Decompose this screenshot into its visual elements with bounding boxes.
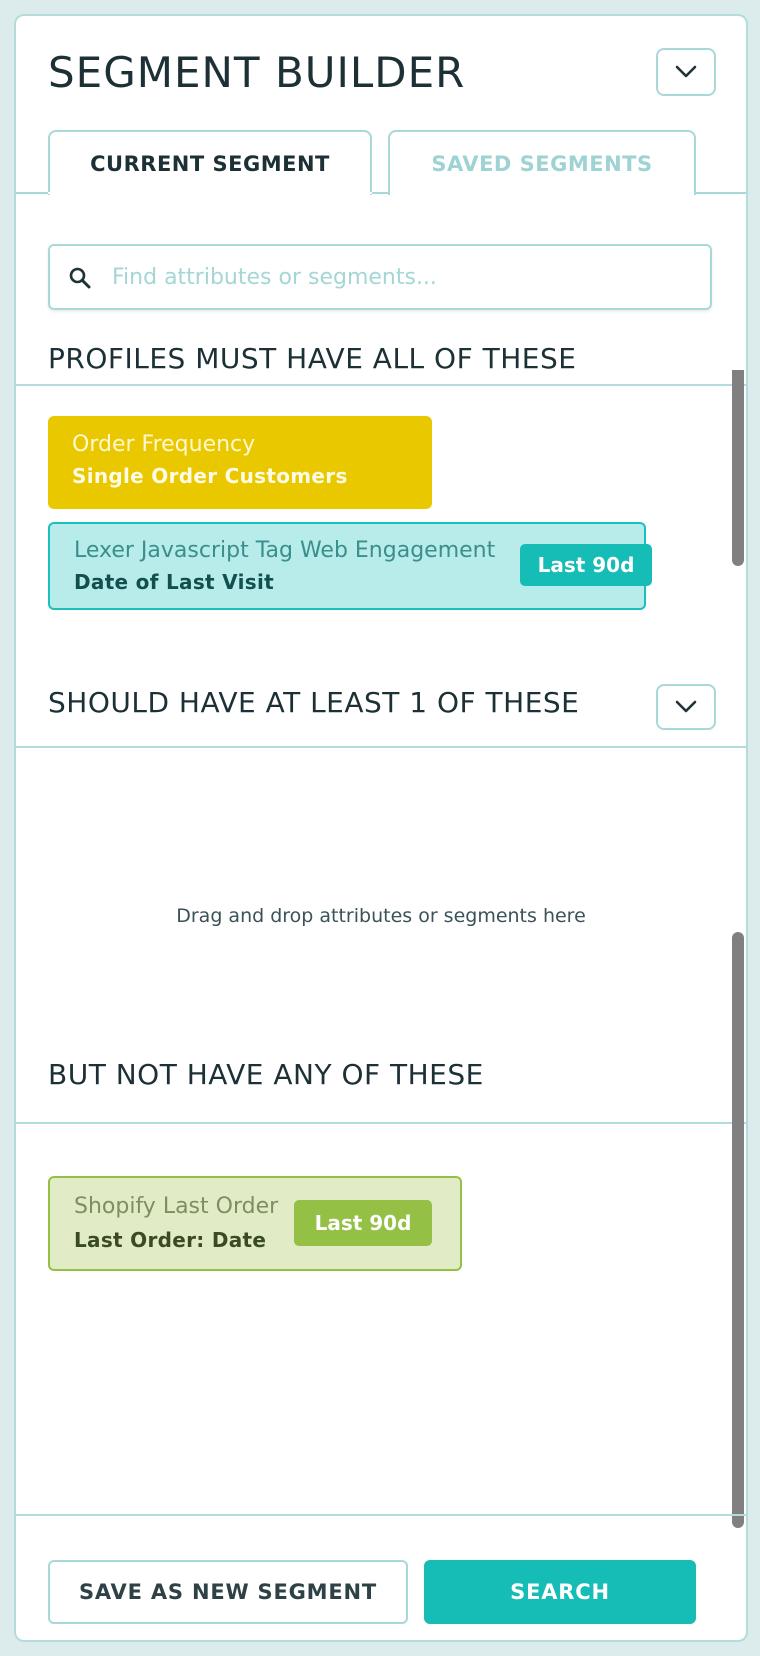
chip-attribute-group: Shopify Last Order (74, 1194, 279, 1219)
criteria-chip-web-engagement[interactable]: Lexer Javascript Tag Web Engagement Date… (48, 522, 652, 610)
search-box (48, 244, 712, 310)
section-divider (16, 1122, 746, 1124)
chip-attribute-name: Date of Last Visit (74, 570, 274, 594)
chip-attribute-group: Lexer Javascript Tag Web Engagement (74, 538, 496, 563)
segment-builder-panel: SEGMENT BUILDER CURRENT SEGMENT SAVED SE… (14, 14, 748, 1642)
tab-current-segment[interactable]: CURRENT SEGMENT (48, 130, 372, 195)
page-title: SEGMENT BUILDER (48, 48, 466, 97)
search-icon (69, 267, 91, 289)
criteria-chip-order-frequency[interactable]: Order Frequency Single Order Customers (48, 416, 432, 509)
active-tab-gap (48, 192, 372, 194)
drop-zone-hint: Drag and drop attributes or segments her… (176, 905, 586, 927)
chip-attribute-group: Order Frequency (72, 432, 256, 457)
time-range-badge[interactable]: Last 90d (520, 544, 652, 586)
must-section-title: PROFILES MUST HAVE ALL OF THESE (48, 342, 577, 375)
tab-saved-segments[interactable]: SAVED SEGMENTS (388, 130, 696, 195)
chip-attribute-name: Last Order: Date (74, 1228, 267, 1252)
search-button[interactable]: SEARCH (424, 1560, 696, 1624)
criteria-chip-shopify-last-order[interactable]: Shopify Last Order Last Order: Date Last… (48, 1176, 462, 1271)
save-as-new-segment-button[interactable]: SAVE AS NEW SEGMENT (48, 1560, 408, 1624)
tab-label: CURRENT SEGMENT (90, 151, 330, 176)
header-dropdown-button[interactable] (656, 48, 716, 96)
must-section-scrollbar[interactable] (732, 370, 744, 566)
chip-attribute-name: Single Order Customers (72, 464, 348, 488)
chevron-down-icon (675, 700, 697, 713)
should-section-dropdown-button[interactable] (656, 684, 716, 730)
section-divider (16, 746, 746, 748)
section-divider (16, 384, 746, 386)
search-input[interactable] (112, 248, 692, 306)
tab-label: SAVED SEGMENTS (431, 151, 653, 176)
should-section-title: SHOULD HAVE AT LEAST 1 OF THESE (48, 686, 580, 719)
not-section-title: BUT NOT HAVE ANY OF THESE (48, 1058, 484, 1091)
time-range-badge[interactable]: Last 90d (294, 1200, 432, 1246)
chevron-down-icon (675, 65, 697, 78)
footer-divider (16, 1514, 746, 1516)
main-scrollbar[interactable] (732, 932, 744, 1528)
